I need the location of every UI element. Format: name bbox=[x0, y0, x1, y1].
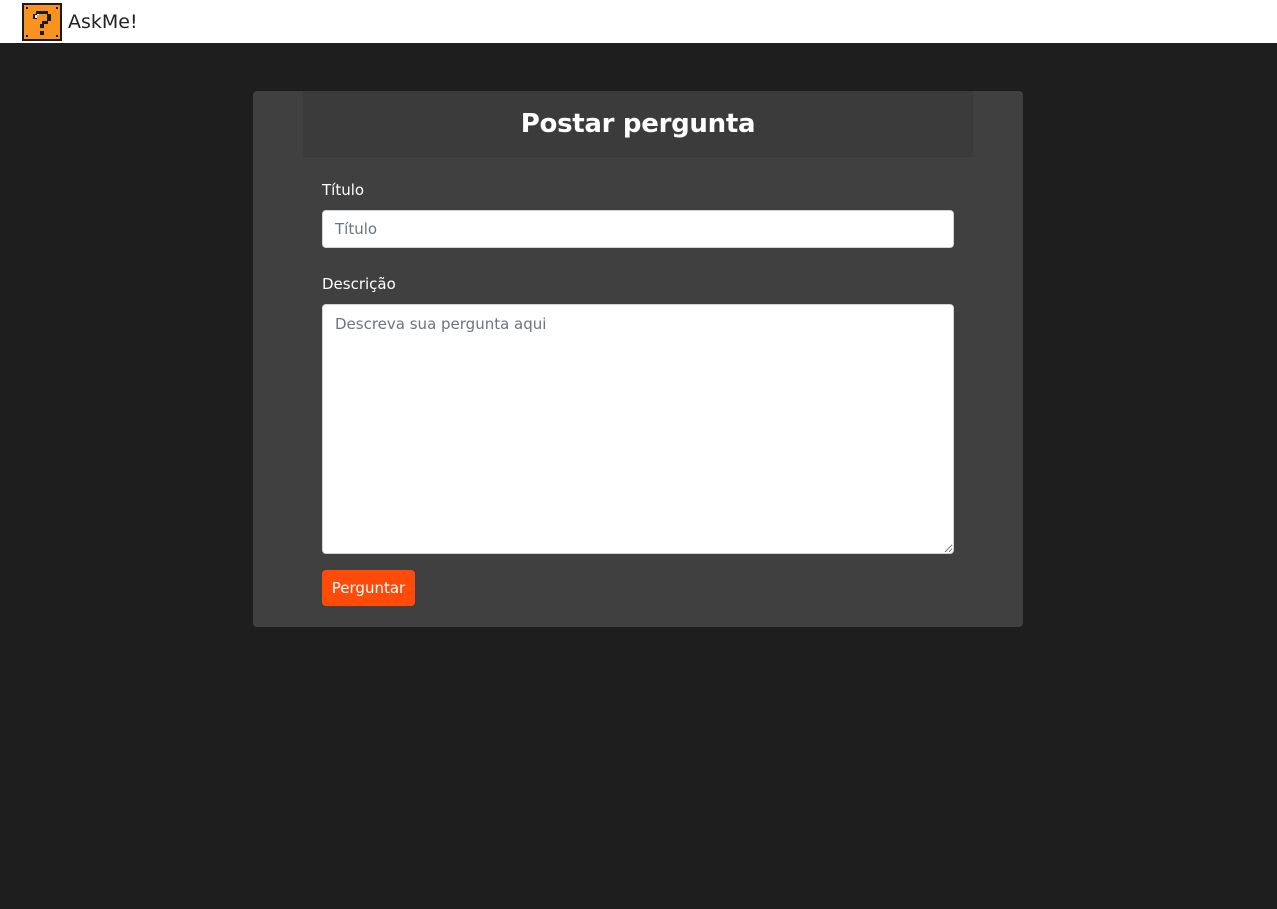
brand-name: AskMe! bbox=[68, 10, 138, 33]
title-label: Título bbox=[322, 181, 365, 199]
description-textarea[interactable] bbox=[322, 304, 954, 554]
brand-link[interactable]: AskMe! bbox=[22, 2, 138, 41]
description-label: Descrição bbox=[322, 275, 396, 293]
post-question-card: Postar pergunta Título Descrição Pergunt… bbox=[253, 91, 1023, 627]
title-input[interactable] bbox=[322, 210, 954, 248]
page-title: Postar pergunta bbox=[520, 108, 756, 139]
ask-button[interactable]: Perguntar bbox=[322, 570, 415, 606]
card-header: Postar pergunta bbox=[303, 91, 973, 157]
navbar: AskMe! bbox=[0, 0, 1277, 43]
question-block-icon bbox=[22, 2, 62, 41]
